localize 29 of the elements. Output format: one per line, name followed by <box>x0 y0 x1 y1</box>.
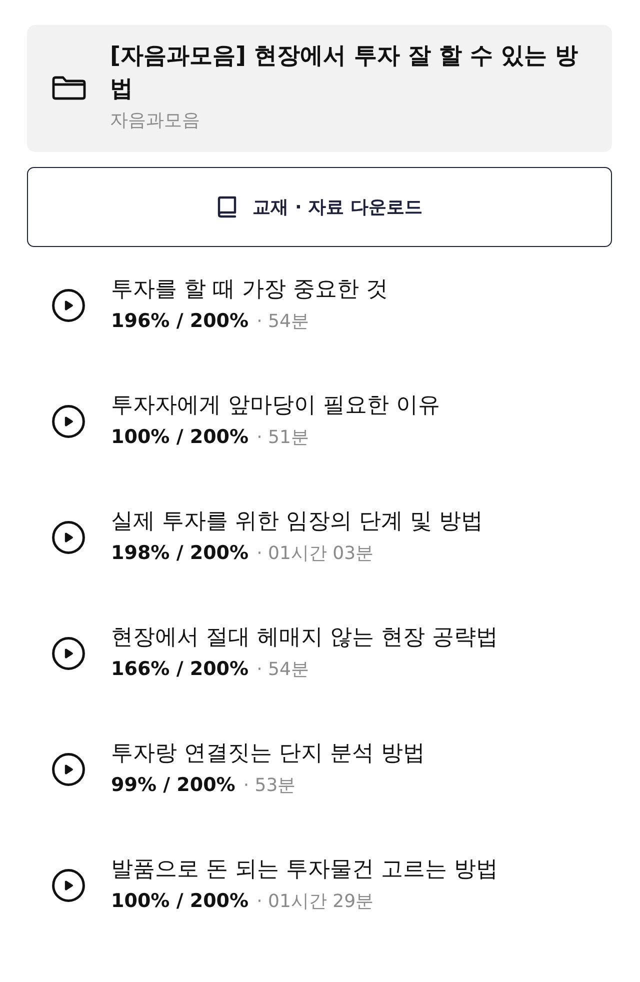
folder-icon <box>52 76 86 100</box>
book-icon <box>216 196 237 218</box>
progress-text: 100% / 200% <box>111 888 249 914</box>
lesson-title: 투자랑 연결짓는 단지 분석 방법 <box>111 740 425 768</box>
play-icon[interactable] <box>52 520 85 554</box>
lesson-title: 발품으로 돈 되는 투자물건 고르는 방법 <box>111 856 498 884</box>
lesson-title: 투자를 할 때 가장 중요한 것 <box>111 276 388 304</box>
lesson-title: 실제 투자를 위한 임장의 단계 및 방법 <box>111 508 483 536</box>
duration-text: · 01시간 03분 <box>256 542 374 566</box>
progress-text: 99% / 200% <box>111 772 236 798</box>
progress-text: 196% / 200% <box>111 308 249 334</box>
progress-text: 166% / 200% <box>111 656 249 682</box>
duration-text: · 01시간 29분 <box>256 890 374 914</box>
lesson-title: 현장에서 절대 헤매지 않는 현장 공략법 <box>111 624 498 652</box>
download-button[interactable]: 교재 · 자료 다운로드 <box>27 167 612 247</box>
course-title: [자음과모음] 현장에서 투자 잘 할 수 있는 방법 <box>110 42 580 104</box>
progress-text: 198% / 200% <box>111 540 249 566</box>
duration-text: · 53분 <box>243 774 296 798</box>
duration-text: · 51분 <box>256 426 309 450</box>
course-author: 자음과모음 <box>110 109 201 133</box>
progress-text: 100% / 200% <box>111 424 249 450</box>
duration-text: · 54분 <box>256 310 309 334</box>
play-icon[interactable] <box>52 752 85 786</box>
play-icon[interactable] <box>52 404 85 438</box>
lesson-title: 투자자에게 앞마당이 필요한 이유 <box>111 392 440 420</box>
play-icon[interactable] <box>52 636 85 670</box>
play-icon[interactable] <box>52 868 85 902</box>
duration-text: · 54분 <box>256 658 309 682</box>
play-icon[interactable] <box>52 288 85 322</box>
